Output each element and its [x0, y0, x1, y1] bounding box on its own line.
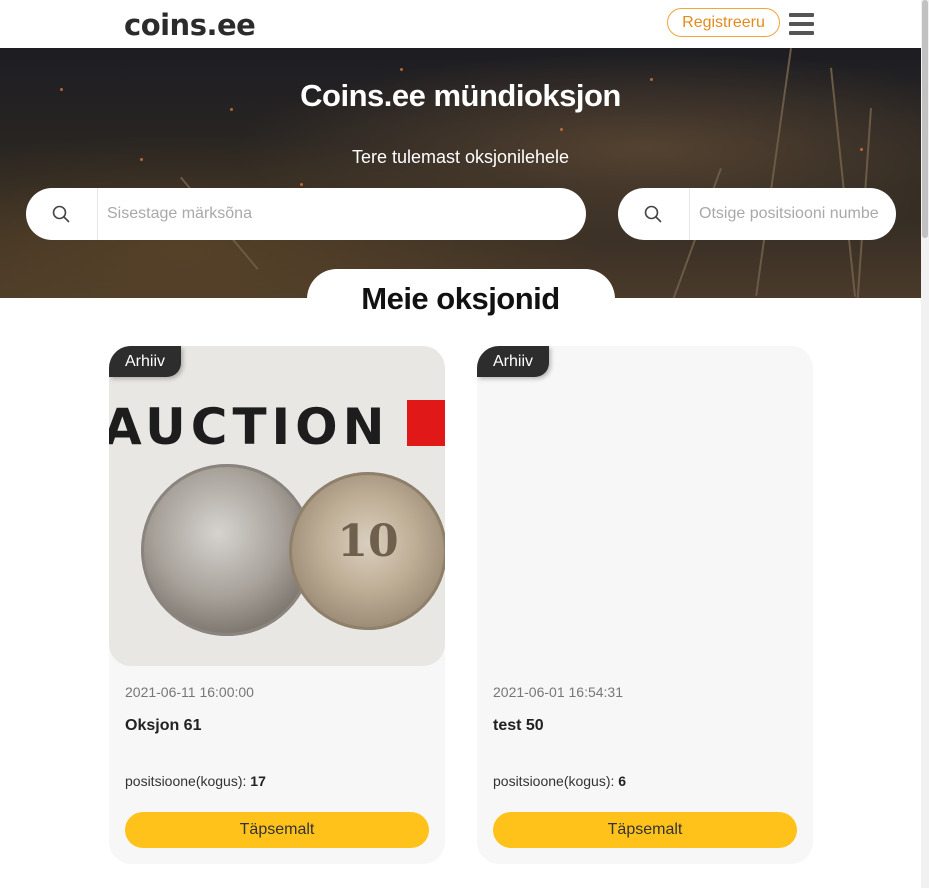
position-number-input[interactable]	[699, 201, 881, 227]
auction-name[interactable]: test 50	[493, 717, 544, 735]
hero-subtitle: Tere tulemast oksjonilehele	[351, 147, 570, 167]
keyword-search-input[interactable]	[107, 201, 567, 227]
register-button[interactable]: Registreeru	[667, 8, 780, 37]
position-count: positsioone(kogus): 6	[493, 773, 626, 789]
position-count-value: 6	[618, 773, 627, 789]
scrollbar-thumb[interactable]	[922, 0, 928, 238]
auction-card[interactable]: Arhiiv 2021-06-01 16:54:31 test 50 posit…	[477, 346, 813, 864]
section-title: Meie oksjonid	[361, 281, 560, 316]
page-title: Coins.ee mündioksjon	[300, 78, 621, 113]
hamburger-menu-icon[interactable]	[789, 13, 814, 35]
position-search-box	[618, 188, 896, 240]
hero-banner: Coins.ee mündioksjon Tere tulemast oksjo…	[0, 48, 921, 298]
coin-value-text: 10	[337, 516, 399, 567]
details-button[interactable]: Täpsemalt	[125, 812, 429, 848]
auction-thumbnail[interactable]: AUCTION 10	[109, 346, 445, 666]
page-scrollbar[interactable]	[921, 0, 929, 888]
site-logo[interactable]: coins.ee	[124, 8, 256, 42]
auction-date: 2021-06-01 16:54:31	[493, 684, 623, 700]
position-count: positsioone(kogus): 17	[125, 773, 266, 789]
auction-image-text: AUCTION	[109, 398, 390, 456]
search-button[interactable]	[26, 188, 98, 240]
auction-date: 2021-06-11 16:00:00	[125, 684, 254, 700]
top-navigation-bar: coins.ee Registreeru	[0, 0, 921, 48]
red-logo-mark	[407, 400, 445, 446]
keyword-search-box	[26, 188, 586, 240]
auction-thumbnail[interactable]	[477, 346, 813, 666]
search-icon	[52, 205, 70, 223]
details-button[interactable]: Täpsemalt	[493, 812, 797, 848]
archive-badge: Arhiiv	[477, 346, 549, 377]
auction-card[interactable]: AUCTION 10 Arhiiv 2021-06-11 16:00:00 Ok…	[109, 346, 445, 864]
auction-name[interactable]: Oksjon 61	[125, 717, 201, 735]
search-icon	[644, 205, 662, 223]
position-search-button[interactable]	[618, 188, 690, 240]
archive-badge: Arhiiv	[109, 346, 181, 377]
position-count-value: 17	[250, 773, 266, 789]
ten-marka-coin-image: 10	[289, 472, 445, 630]
silver-coin-image	[141, 464, 313, 636]
position-count-label: positsioone(kogus):	[125, 773, 247, 789]
position-count-label: positsioone(kogus):	[493, 773, 615, 789]
